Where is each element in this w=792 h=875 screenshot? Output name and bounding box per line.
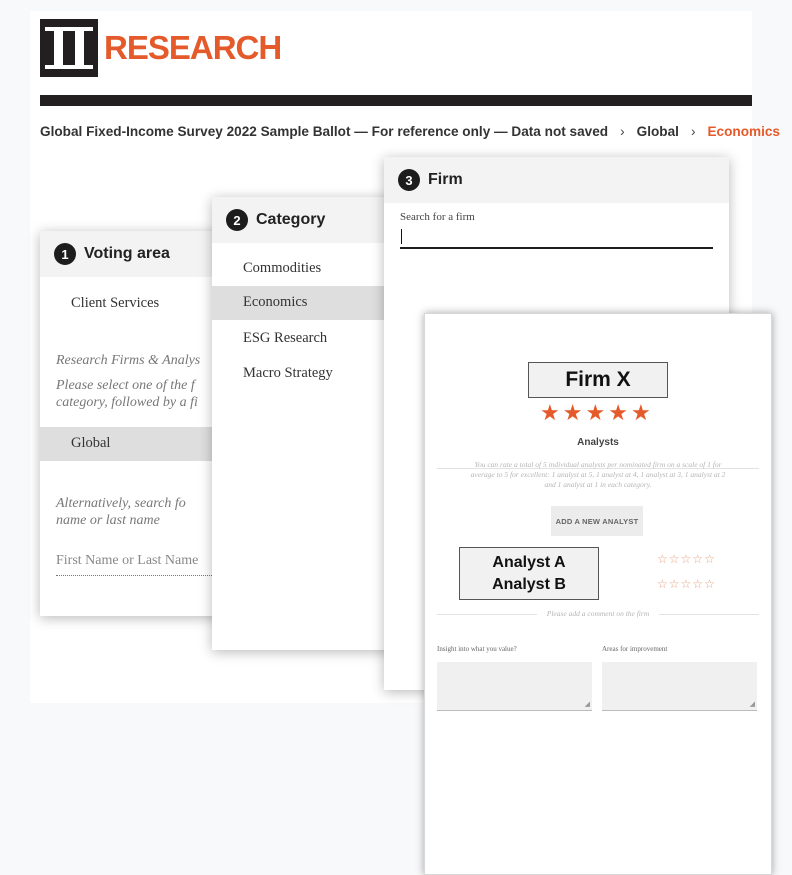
add-new-analyst-button[interactable]: ADD A NEW ANALYST [551,506,643,536]
alternative-search-note-line2: name or last name [56,513,160,528]
rating-instructions-line: and 1 analyst at 1 in each category. [544,480,652,489]
category-item-label: Economics [243,294,308,310]
analyst-b-rating-stars[interactable]: ☆ ☆ ☆ ☆ ☆ [657,578,715,590]
star-icon[interactable]: ★ [540,402,560,424]
breadcrumb-separator: › [620,124,625,139]
star-icon[interactable]: ☆ [657,553,668,565]
star-icon[interactable]: ☆ [681,553,692,565]
research-firms-note-line2: category, followed by a fi [56,395,198,410]
category-item-economics[interactable]: Economics [212,286,402,320]
voting-area-item-global[interactable]: Global [40,427,240,461]
ii-logo-icon [40,19,98,77]
star-icon[interactable]: ☆ [681,578,692,590]
insight-label: Insight into what you value? [437,645,517,653]
resize-grip-icon[interactable]: ◢ [750,701,755,708]
analyst-name: Analyst A [492,553,566,571]
star-icon[interactable]: ☆ [669,553,680,565]
star-icon[interactable]: ★ [563,402,583,424]
star-icon[interactable]: ☆ [657,578,668,590]
firm-name-box: Firm X [528,362,668,398]
research-firms-note-title: Research Firms & Analys [56,353,201,368]
alternative-search-note-line1: Alternatively, search fo [56,496,186,511]
breadcrumb-survey[interactable]: Global Fixed-Income Survey 2022 Sample B… [40,124,608,139]
rating-instructions: You can rate a total of 5 individual ana… [465,460,731,490]
star-icon[interactable]: ☆ [692,578,703,590]
analysts-title: Analysts [577,437,619,448]
category-title: Category [256,211,326,228]
improvement-textarea[interactable]: ◢ [602,662,757,711]
step-number-badge: 3 [398,169,420,191]
voting-area-header: 1 Voting area [40,231,240,277]
brand-wordmark: RESEARCH [104,29,282,66]
star-icon[interactable]: ☆ [692,553,703,565]
category-item-macro-strategy[interactable]: Macro Strategy [243,365,333,382]
star-icon[interactable]: ★ [585,402,605,424]
breadcrumb-separator: › [690,124,696,139]
voting-area-item-client-services[interactable]: Client Services [71,295,159,312]
firm-search-label: Search for a firm [400,211,475,223]
breadcrumb-global[interactable]: Global [637,124,679,139]
star-icon[interactable]: ★ [608,402,628,424]
breadcrumb-economics[interactable]: Economics [707,124,780,139]
analyst-name: Analyst B [492,575,566,593]
voting-area-panel: 1 Voting area Client Services Research F… [40,231,240,616]
research-firms-note-line1: Please select one of the f [56,378,195,393]
firm-header: 3 Firm [384,157,729,203]
rating-instructions-line: average to 5 for excellent: 1 analyst at… [470,470,726,479]
voting-area-item-label: Global [71,435,111,451]
rating-instructions-line: You can rate a total of 5 individual ana… [474,460,722,469]
category-header: 2 Category [212,197,402,243]
star-icon[interactable]: ☆ [669,578,680,590]
insight-textarea[interactable]: ◢ [437,662,592,711]
voting-area-title: Voting area [84,245,170,262]
star-icon[interactable]: ★ [631,402,651,424]
analyst-names-box: Analyst A Analyst B [459,547,599,600]
breadcrumb: Global Fixed-Income Survey 2022 Sample B… [40,124,780,139]
step-number-badge: 2 [226,209,248,231]
category-panel: 2 Category Commodities Economics ESG Res… [212,197,402,650]
header-rule [40,95,752,106]
star-icon[interactable]: ☆ [704,578,715,590]
comment-note: Please add a comment on the firm [546,609,650,618]
category-item-esg-research[interactable]: ESG Research [243,330,327,347]
firm-title: Firm [428,171,463,188]
firm-rating-form: Firm X ★ ★ ★ ★ ★ Analysts You can rate a tot… [424,313,772,875]
analyst-a-rating-stars[interactable]: ☆ ☆ ☆ ☆ ☆ [657,553,715,565]
brand-logo[interactable]: RESEARCH [40,19,282,77]
firm-search-input[interactable] [400,227,713,249]
firm-rating-stars[interactable]: ★ ★ ★ ★ ★ [540,402,651,424]
star-icon[interactable]: ☆ [704,553,715,565]
resize-grip-icon[interactable]: ◢ [585,701,590,708]
improvement-label: Areas for improvement [602,645,668,653]
text-caret [401,229,402,244]
step-number-badge: 1 [54,243,76,265]
category-item-commodities[interactable]: Commodities [243,260,321,277]
